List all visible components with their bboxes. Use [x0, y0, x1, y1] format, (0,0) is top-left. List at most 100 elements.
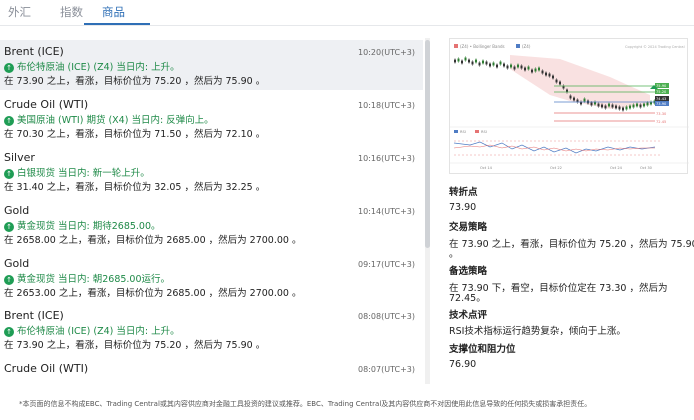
arrow-up-icon: ↑	[4, 169, 14, 179]
feed-item-headline-text: 布伦特原油 (ICE) (Z4) 当日内: 上升。	[17, 62, 180, 73]
candle-body	[545, 72, 547, 76]
candle-body	[643, 103, 645, 107]
feed-item-detail: 在 73.90 之上，看涨，目标价位为 75.20 ，然后为 75.90 。	[4, 340, 266, 351]
candle-body	[646, 102, 649, 106]
candle-body	[454, 59, 456, 63]
candle-body	[541, 70, 544, 74]
candle-body	[615, 105, 617, 109]
tab-commodities[interactable]: 商品	[102, 4, 125, 20]
legend-second: (Z4)	[522, 44, 531, 49]
comment-label: 技术点评	[449, 310, 488, 321]
candle-body	[524, 67, 526, 71]
tab-forex[interactable]: 外汇	[8, 4, 31, 20]
x-tick: Oct 22	[550, 166, 562, 170]
market-tabs: 外汇 指数 商品	[0, 0, 694, 26]
price-label-r2: 75.90	[656, 84, 667, 88]
x-tick: Oct 24	[610, 166, 623, 170]
legend-swatch-second	[516, 44, 520, 48]
feed-item-headline: ↑ 白银现货 当日内: 新一轮上升。	[4, 165, 150, 179]
rsi-signal-line	[453, 144, 655, 152]
candle-body	[601, 104, 603, 108]
candle-body	[569, 95, 572, 99]
tab-indices[interactable]: 指数	[60, 4, 83, 20]
candle-body	[583, 98, 586, 102]
rsi-legend-1: RSI	[460, 130, 466, 134]
candle-body	[478, 62, 481, 66]
candle-body	[555, 79, 558, 83]
support-resistance-label: 支撑位和阻力位	[449, 344, 516, 355]
candle-body	[510, 64, 512, 68]
legend-swatch-main	[454, 44, 458, 48]
feed-item-detail: 在 73.90 之上，看涨，目标价位为 75.20 ，然后为 75.90 。	[4, 76, 266, 87]
candle-body	[534, 68, 537, 72]
candle-body	[604, 105, 607, 109]
candle-body	[464, 57, 467, 61]
rsi-legend-swatch-1	[454, 130, 458, 133]
arrow-up-icon: ↑	[4, 116, 14, 126]
feed-item-time: 08:08(UTC+3)	[358, 312, 415, 321]
comment-text: RSI技术指标运行趋势复杂，倾向于上涨。	[449, 326, 626, 337]
feed-item-time: 10:20(UTC+3)	[358, 48, 415, 57]
rsi-legend-2: RSI	[481, 130, 487, 134]
feed-item-title: Brent (ICE)	[4, 309, 64, 322]
feed-item[interactable]: Crude Oil (WTI) 08:07(UTC+3)	[0, 357, 423, 384]
feed-item-title: Crude Oil (WTI)	[4, 98, 89, 111]
feed-item[interactable]: Gold 09:17(UTC+3) ↑ 黄金现货 当日内: 朝2685.00运行。…	[0, 252, 423, 302]
support-resistance-value: 76.90	[449, 359, 477, 370]
alt-strategy-label: 备选策略	[449, 266, 488, 277]
feed-item-headline: ↑ 黄金现货 当日内: 朝2685.00运行。	[4, 271, 170, 285]
analysis-chart: (Z4) • Bollinger Bands (Z4) Copyright © …	[449, 38, 689, 174]
candle-body	[632, 104, 635, 108]
candle-body	[527, 66, 530, 70]
candle-body	[538, 67, 540, 71]
feed-item-headline-text: 黄金现货 当日内: 期待2685.00。	[17, 221, 161, 232]
feed-item-time: 09:17(UTC+3)	[358, 260, 415, 269]
price-labels: 75.90 75.20 74.43 73.90 73.30 72.45	[655, 83, 669, 124]
feed-item[interactable]: Brent (ICE) 10:20(UTC+3) ↑ 布伦特原油 (ICE) (Z…	[0, 40, 423, 90]
price-label-r1: 75.20	[656, 90, 667, 94]
x-tick: Oct 30	[640, 166, 653, 170]
candle-body	[492, 62, 495, 66]
feed-item-time: 10:14(UTC+3)	[358, 207, 415, 216]
price-label-s2: 72.45	[656, 120, 666, 124]
feed-scrollbar-thumb[interactable]	[425, 40, 430, 248]
candle-body	[629, 105, 631, 109]
feed-item-title: Silver	[4, 151, 35, 164]
feed-item-time: 10:16(UTC+3)	[358, 154, 415, 163]
candle-body	[611, 104, 614, 108]
rsi-line	[453, 141, 656, 154]
feed-item-title: Gold	[4, 257, 30, 270]
candle-body	[485, 61, 488, 65]
arrow-up-icon: ↑	[4, 63, 14, 73]
feed-item-headline: ↑ 黄金现货 当日内: 期待2685.00。	[4, 218, 161, 232]
candle-body	[573, 97, 575, 101]
candle-body	[471, 61, 474, 65]
disclaimer: *本页面的信息不构成EBC、Trading Central或其内容供应商对金融工…	[19, 400, 592, 408]
strategy-text: 在 73.90 之上，看涨，目标价位为 75.20 ，然后为 75.90	[449, 239, 694, 250]
candle-body	[457, 58, 460, 62]
feed-item-title: Brent (ICE)	[4, 45, 64, 58]
chart-copyright: Copyright © 2024 Trading Central	[625, 45, 685, 49]
arrow-up-icon: ↑	[4, 327, 14, 337]
candle-body	[517, 64, 519, 68]
feed-item-headline: ↑ 美国原油 (WTI) 期货 (X4) 当日内: 反弹向上。	[4, 112, 214, 126]
feed-item[interactable]: Crude Oil (WTI) 10:18(UTC+3) ↑ 美国原油 (WTI)…	[0, 93, 423, 143]
chart-svg: (Z4) • Bollinger Bands (Z4) Copyright © …	[450, 44, 689, 170]
feed-item[interactable]: Silver 10:16(UTC+3) ↑ 白银现货 当日内: 新一轮上升。 在 …	[0, 146, 423, 196]
feed-item-detail: 在 70.30 之上，看涨，目标价位为 71.50 ，然后为 72.10 。	[4, 129, 266, 140]
candle-body	[531, 69, 533, 73]
candle-body	[482, 60, 484, 64]
feed-item-title: Crude Oil (WTI)	[4, 362, 89, 375]
news-feed: Brent (ICE) 10:20(UTC+3) ↑ 布伦特原油 (ICE) (Z…	[0, 38, 423, 384]
candle-body	[496, 64, 498, 68]
feed-item[interactable]: Brent (ICE) 08:08(UTC+3) ↑ 布伦特原油 (ICE) (Z…	[0, 304, 423, 354]
candle-body	[639, 104, 642, 108]
price-label-s1: 73.30	[656, 112, 667, 116]
feed-item-title: Gold	[4, 204, 30, 217]
price-label-last: 74.43	[656, 97, 666, 101]
candle-body	[625, 106, 628, 110]
rsi-legend-swatch-2	[475, 130, 479, 133]
feed-item-detail: 在 2658.00 之上，看涨，目标价位为 2685.00 ，然后为 2700.…	[4, 235, 302, 246]
feed-item[interactable]: Gold 10:14(UTC+3) ↑ 黄金现货 当日内: 期待2685.00。 …	[0, 199, 423, 249]
alt-strategy-text-end: 72.45。	[449, 293, 486, 304]
